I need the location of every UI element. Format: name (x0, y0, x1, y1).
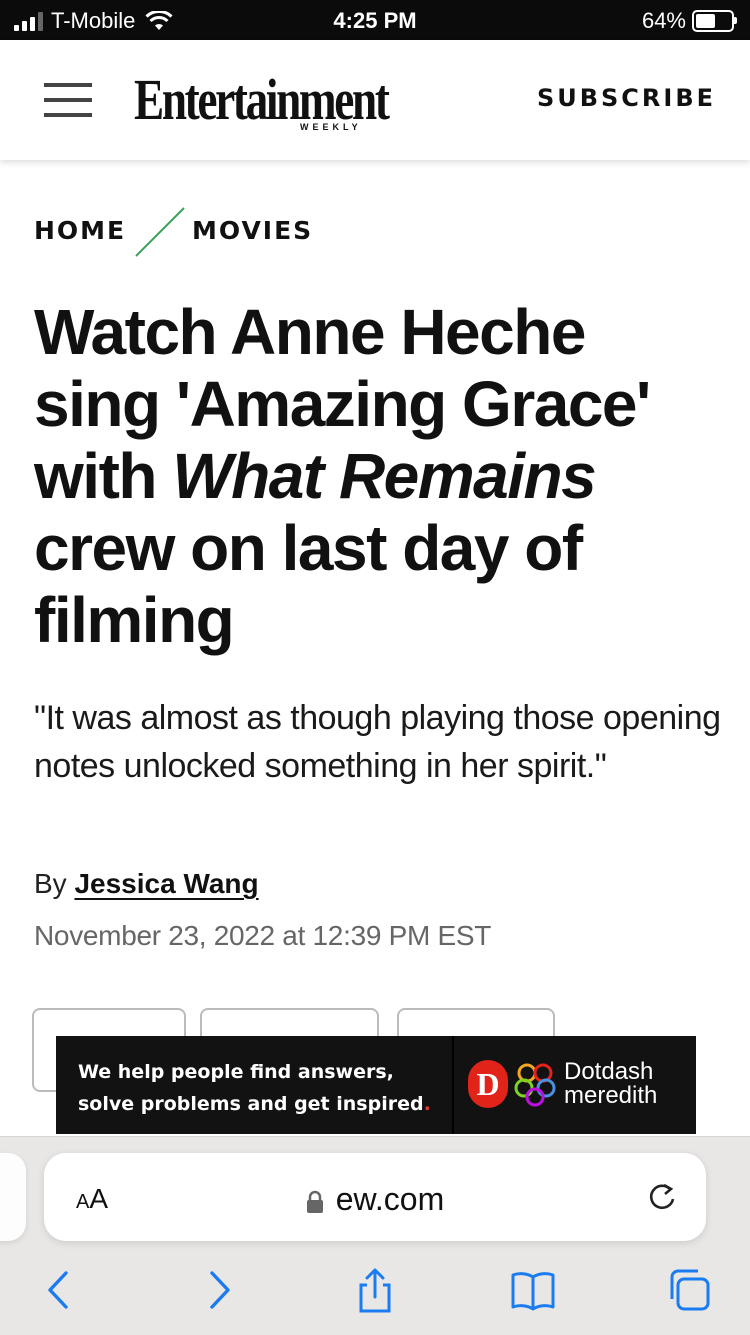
url-display[interactable]: ew.com (44, 1181, 706, 1218)
breadcrumb-separator (135, 207, 185, 257)
publish-date: November 23, 2022 at 12:39 PM EST (34, 920, 492, 951)
share-icon[interactable] (352, 1267, 398, 1313)
byline: By Jessica Wang (34, 868, 259, 900)
status-right: 64% (641, 8, 737, 34)
article-headline: Watch Anne Heche sing 'Amazing Grace' wi… (34, 296, 714, 656)
subscribe-button[interactable]: SUBSCRIBE (537, 84, 716, 112)
previous-tab-peek[interactable] (0, 1153, 26, 1241)
browser-bottom-bar: AA ew.com (0, 1136, 750, 1335)
site-header: Entertainment WEEKLY SUBSCRIBE (0, 40, 750, 160)
ad-brand-name: Dotdash meredith (564, 1060, 657, 1108)
ad-line-2: solve problems and get inspired (78, 1093, 424, 1115)
reload-icon[interactable] (644, 1179, 680, 1215)
hamburger-menu-icon[interactable] (44, 83, 92, 117)
breadcrumb-movies-link[interactable]: MOVIES (192, 216, 313, 245)
byline-prefix: By (34, 868, 67, 899)
ad-brand-mark: D (468, 1060, 508, 1108)
lock-icon (306, 1190, 323, 1213)
breadcrumb-home-link[interactable]: HOME (34, 216, 126, 245)
ad-line-2-period: . (423, 1093, 431, 1115)
headline-text-2: crew on last day of filming (34, 512, 583, 656)
address-bar[interactable]: AA ew.com (44, 1153, 706, 1241)
article-dek: "It was almost as though playing those o… (34, 699, 721, 785)
ad-brand-knot-icon (514, 1063, 556, 1107)
battery-percent: 64% (641, 8, 686, 33)
forward-icon[interactable] (196, 1267, 242, 1313)
logo-subtitle: WEEKLY (300, 122, 362, 132)
ad-banner[interactable]: We help people find answers, solve probl… (56, 1036, 696, 1134)
tabs-icon[interactable] (666, 1267, 712, 1313)
battery-icon (692, 10, 737, 32)
url-text: ew.com (335, 1181, 445, 1217)
ad-brand-line-1: Dotdash (564, 1058, 654, 1085)
ad-brand-line-2: meredith (564, 1082, 658, 1109)
ad-line-1: We help people find answers, (78, 1061, 394, 1083)
clock-time: 4:25 PM (333, 8, 417, 33)
ad-divider (452, 1036, 454, 1134)
ad-brand-logo: D Dotdash meredith (468, 1060, 657, 1108)
headline-italic-title: What Remains (172, 440, 596, 512)
back-icon[interactable] (36, 1267, 82, 1313)
ad-tagline: We help people find answers, solve probl… (78, 1056, 458, 1120)
bookmarks-icon[interactable] (510, 1267, 556, 1313)
battery-fill (696, 14, 715, 28)
status-bar: T-Mobile 4:25 PM 64% (0, 0, 750, 40)
author-link[interactable]: Jessica Wang (74, 868, 258, 899)
site-logo[interactable]: Entertainment WEEKLY (134, 66, 390, 138)
